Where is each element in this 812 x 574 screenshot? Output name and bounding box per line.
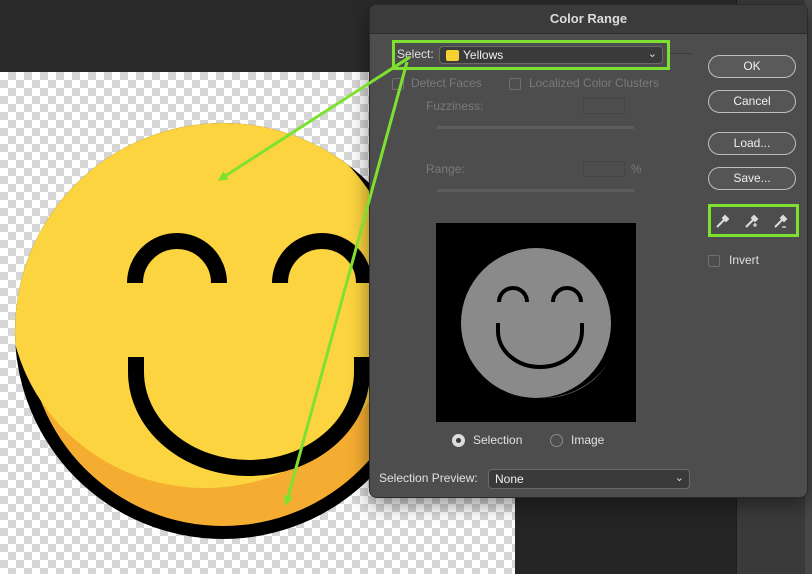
color-range-dialog: Color Range Select: Yellows ⌄ Detect Fac… [369,4,808,498]
range-field[interactable] [583,161,625,177]
range-label: Range: [426,162,465,176]
chevron-down-icon: ⌄ [647,48,657,60]
select-value: Yellows [463,48,504,62]
selection-preview-label: Selection Preview: [379,471,478,485]
select-label: Select: [397,47,434,61]
chevron-down-icon: ⌄ [674,472,684,484]
radio-selection-label: Selection [473,433,523,447]
invert-checkbox[interactable] [708,255,720,267]
localized-clusters-label: Localized Color Clusters [529,76,660,90]
localized-clusters-checkbox[interactable] [509,78,521,90]
fuzziness-field[interactable] [583,98,625,114]
save-button[interactable]: Save... [708,167,796,190]
select-highlight: Select: Yellows ⌄ [392,40,670,70]
select-divider [670,53,692,54]
eyedropper-group [708,204,799,237]
fuzziness-slider[interactable] [437,126,634,129]
load-button[interactable]: Load... [708,132,796,155]
eyedropper-minus-icon[interactable] [772,212,790,230]
preview-face [461,248,611,398]
selection-preview [436,223,636,422]
yellow-swatch-icon [446,50,459,61]
detect-faces-checkbox[interactable] [392,78,404,90]
preview-smiley [461,248,611,399]
radio-image-label: Image [571,433,605,447]
radio-image[interactable] [550,434,563,447]
ok-button[interactable]: OK [708,55,796,78]
selection-preview-dropdown[interactable]: None ⌄ [488,469,690,489]
eyedropper-plus-icon[interactable] [743,212,761,230]
range-unit: % [631,162,642,176]
fuzziness-label: Fuzziness: [426,99,484,113]
radio-selection[interactable] [452,434,465,447]
select-dropdown[interactable]: Yellows ⌄ [439,46,663,64]
eyedropper-icon[interactable] [714,212,732,230]
selection-preview-value: None [495,472,524,486]
dialog-title: Color Range [370,5,807,34]
range-slider[interactable] [437,189,634,192]
cancel-button[interactable]: Cancel [708,90,796,113]
invert-label: Invert [729,253,760,267]
detect-faces-label: Detect Faces [411,76,482,90]
